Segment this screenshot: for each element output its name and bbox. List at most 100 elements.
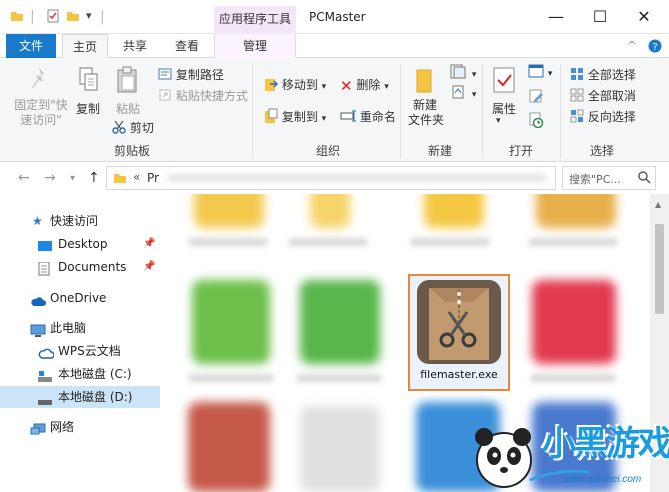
up-arrow-icon[interactable]: ↑ — [88, 170, 100, 186]
file-name-blurred — [410, 238, 490, 246]
new-item-button[interactable]: ▾ — [450, 64, 476, 83]
nav-item-desktop[interactable]: Desktop 📌 — [0, 233, 160, 255]
rename-button[interactable]: 重命名 — [340, 108, 396, 125]
history-icon[interactable] — [528, 112, 544, 131]
collapse-ribbon-icon[interactable]: ^ — [624, 34, 640, 58]
tab-home[interactable]: 主页 — [62, 34, 108, 59]
dropdown-arrow-icon[interactable]: ▾ — [496, 116, 501, 126]
easy-access-button[interactable]: ▾ — [450, 84, 476, 103]
new-folder-label-line1: 新建 — [412, 98, 437, 112]
select-none-button[interactable]: 全部取消 — [570, 87, 636, 105]
invert-selection-button[interactable]: 反向选择 — [570, 108, 636, 126]
open-button[interactable]: ▾ — [528, 64, 552, 81]
ribbon-divider — [482, 64, 483, 158]
new-folder-button[interactable]: 新建 文件夹 — [408, 98, 445, 128]
maximize-button[interactable]: ☐ — [580, 4, 620, 30]
file-item-filemaster[interactable]: filemaster.exe — [408, 274, 510, 391]
file-thumbnail[interactable] — [194, 194, 264, 228]
copy-path-label: 复制路径 — [175, 68, 224, 82]
pin-icon[interactable]: 📌 — [143, 256, 155, 278]
new-folder-quick-icon[interactable] — [66, 9, 80, 27]
svg-text:?: ? — [652, 42, 657, 53]
minimize-button[interactable]: — — [536, 4, 576, 30]
nav-label: Documents — [58, 260, 127, 274]
back-arrow-icon[interactable]: ← — [18, 170, 30, 186]
nav-label: WPS云文档 — [58, 344, 121, 358]
paste-shortcut-icon — [158, 89, 172, 104]
properties-quick-icon[interactable] — [46, 9, 60, 27]
dropdown-arrow-icon: ▾ — [471, 90, 477, 100]
search-placeholder: 搜索"PC... — [569, 173, 621, 186]
file-thumbnail[interactable] — [188, 402, 270, 492]
properties-button[interactable]: 属性 — [492, 100, 516, 117]
edit-icon[interactable] — [528, 88, 544, 107]
paste-shortcut-label: 粘贴快捷方式 — [175, 89, 248, 103]
move-to-label: 移动到 — [281, 78, 318, 92]
help-icon[interactable]: ? — [646, 34, 664, 58]
copy-path-icon — [158, 68, 172, 83]
delete-button[interactable]: ✕ 删除 ▾ — [340, 76, 389, 95]
recent-locations-icon[interactable]: ▾ — [70, 173, 75, 184]
scrollbar-thumb[interactable] — [655, 224, 664, 314]
nav-item-drive-d[interactable]: 本地磁盘 (D:) — [0, 386, 160, 408]
file-thumbnail[interactable] — [300, 280, 380, 364]
select-all-label: 全部选择 — [587, 68, 636, 82]
scroll-up-icon[interactable]: ▲ — [655, 200, 661, 209]
copy-icon — [78, 66, 100, 97]
close-button[interactable]: ✕ — [624, 4, 664, 30]
nav-item-quick-access[interactable]: ★ 快速访问 — [0, 210, 160, 232]
paste-shortcut-button[interactable]: 粘贴快捷方式 — [158, 87, 248, 104]
breadcrumb-overflow[interactable]: « — [133, 170, 140, 184]
customize-quick-access-icon[interactable]: ▾ — [86, 9, 92, 22]
tab-view[interactable]: 查看 — [164, 34, 210, 58]
new-folder-icon — [414, 66, 436, 97]
nav-item-wps-cloud[interactable]: WPS云文档 — [0, 340, 160, 362]
search-icon[interactable] — [637, 170, 651, 187]
file-thumbnail[interactable] — [310, 194, 350, 228]
file-name-blurred — [288, 238, 368, 246]
file-thumbnail[interactable] — [300, 406, 380, 492]
file-thumbnail[interactable] — [536, 194, 616, 228]
navigation-pane: ★ 快速访问 Desktop 📌 Documents 📌 OneDrive 此电… — [0, 194, 160, 492]
nav-item-network[interactable]: 网络 — [0, 416, 160, 438]
copy-path-button[interactable]: 复制路径 — [158, 66, 224, 83]
tab-manage[interactable]: 管理 — [214, 34, 296, 58]
dropdown-arrow-icon: ▾ — [321, 82, 327, 92]
forward-arrow-icon[interactable]: → — [44, 170, 56, 186]
file-thumbnail[interactable] — [424, 194, 484, 228]
folder-icon — [113, 171, 127, 188]
title-bar: | ▾ | 应用程序工具 PCMaster — ☐ ✕ — [0, 0, 669, 34]
group-label-open: 打开 — [509, 144, 534, 158]
nav-item-documents[interactable]: Documents 📌 — [0, 256, 160, 278]
paste-button[interactable]: 粘贴 — [116, 100, 140, 117]
cut-label: 剪切 — [129, 121, 154, 135]
site-watermark-logo: 小黑游戏 www.xiaohei.com — [470, 410, 669, 492]
nav-label: Desktop — [58, 237, 108, 251]
nav-item-drive-c[interactable]: 本地磁盘 (C:) — [0, 363, 160, 385]
tab-file[interactable]: 文件 — [6, 34, 56, 58]
copy-to-icon — [264, 108, 278, 127]
separator-icon: | — [100, 9, 105, 25]
nav-item-onedrive[interactable]: OneDrive — [0, 287, 160, 309]
filemaster-app-icon — [417, 280, 501, 364]
drive-icon — [38, 391, 52, 405]
invert-selection-label: 反向选择 — [587, 110, 636, 124]
scissors-icon — [112, 120, 126, 137]
file-thumbnail[interactable] — [532, 280, 616, 364]
new-folder-label-line2: 文件夹 — [408, 113, 445, 127]
breadcrumb-path[interactable]: Pr — [147, 171, 159, 185]
copy-to-button[interactable]: 复制到 ▾ — [264, 108, 326, 127]
cut-button[interactable]: 剪切 — [112, 119, 154, 137]
pin-icon — [28, 66, 50, 95]
address-bar[interactable]: « Pr — [106, 166, 556, 190]
pin-quick-access-button[interactable]: 固定到"快 速访问" — [12, 98, 70, 128]
select-all-button[interactable]: 全部选择 — [570, 66, 636, 84]
file-thumbnail[interactable] — [192, 280, 270, 364]
copy-button[interactable]: 复制 — [76, 100, 100, 117]
pin-icon[interactable]: 📌 — [143, 233, 155, 255]
move-to-button[interactable]: 移动到 ▾ — [264, 76, 326, 95]
nav-item-this-pc[interactable]: 此电脑 — [0, 317, 160, 339]
tab-share[interactable]: 共享 — [112, 34, 158, 58]
select-all-icon — [570, 67, 584, 84]
search-box[interactable]: 搜索"PC... — [562, 166, 656, 190]
